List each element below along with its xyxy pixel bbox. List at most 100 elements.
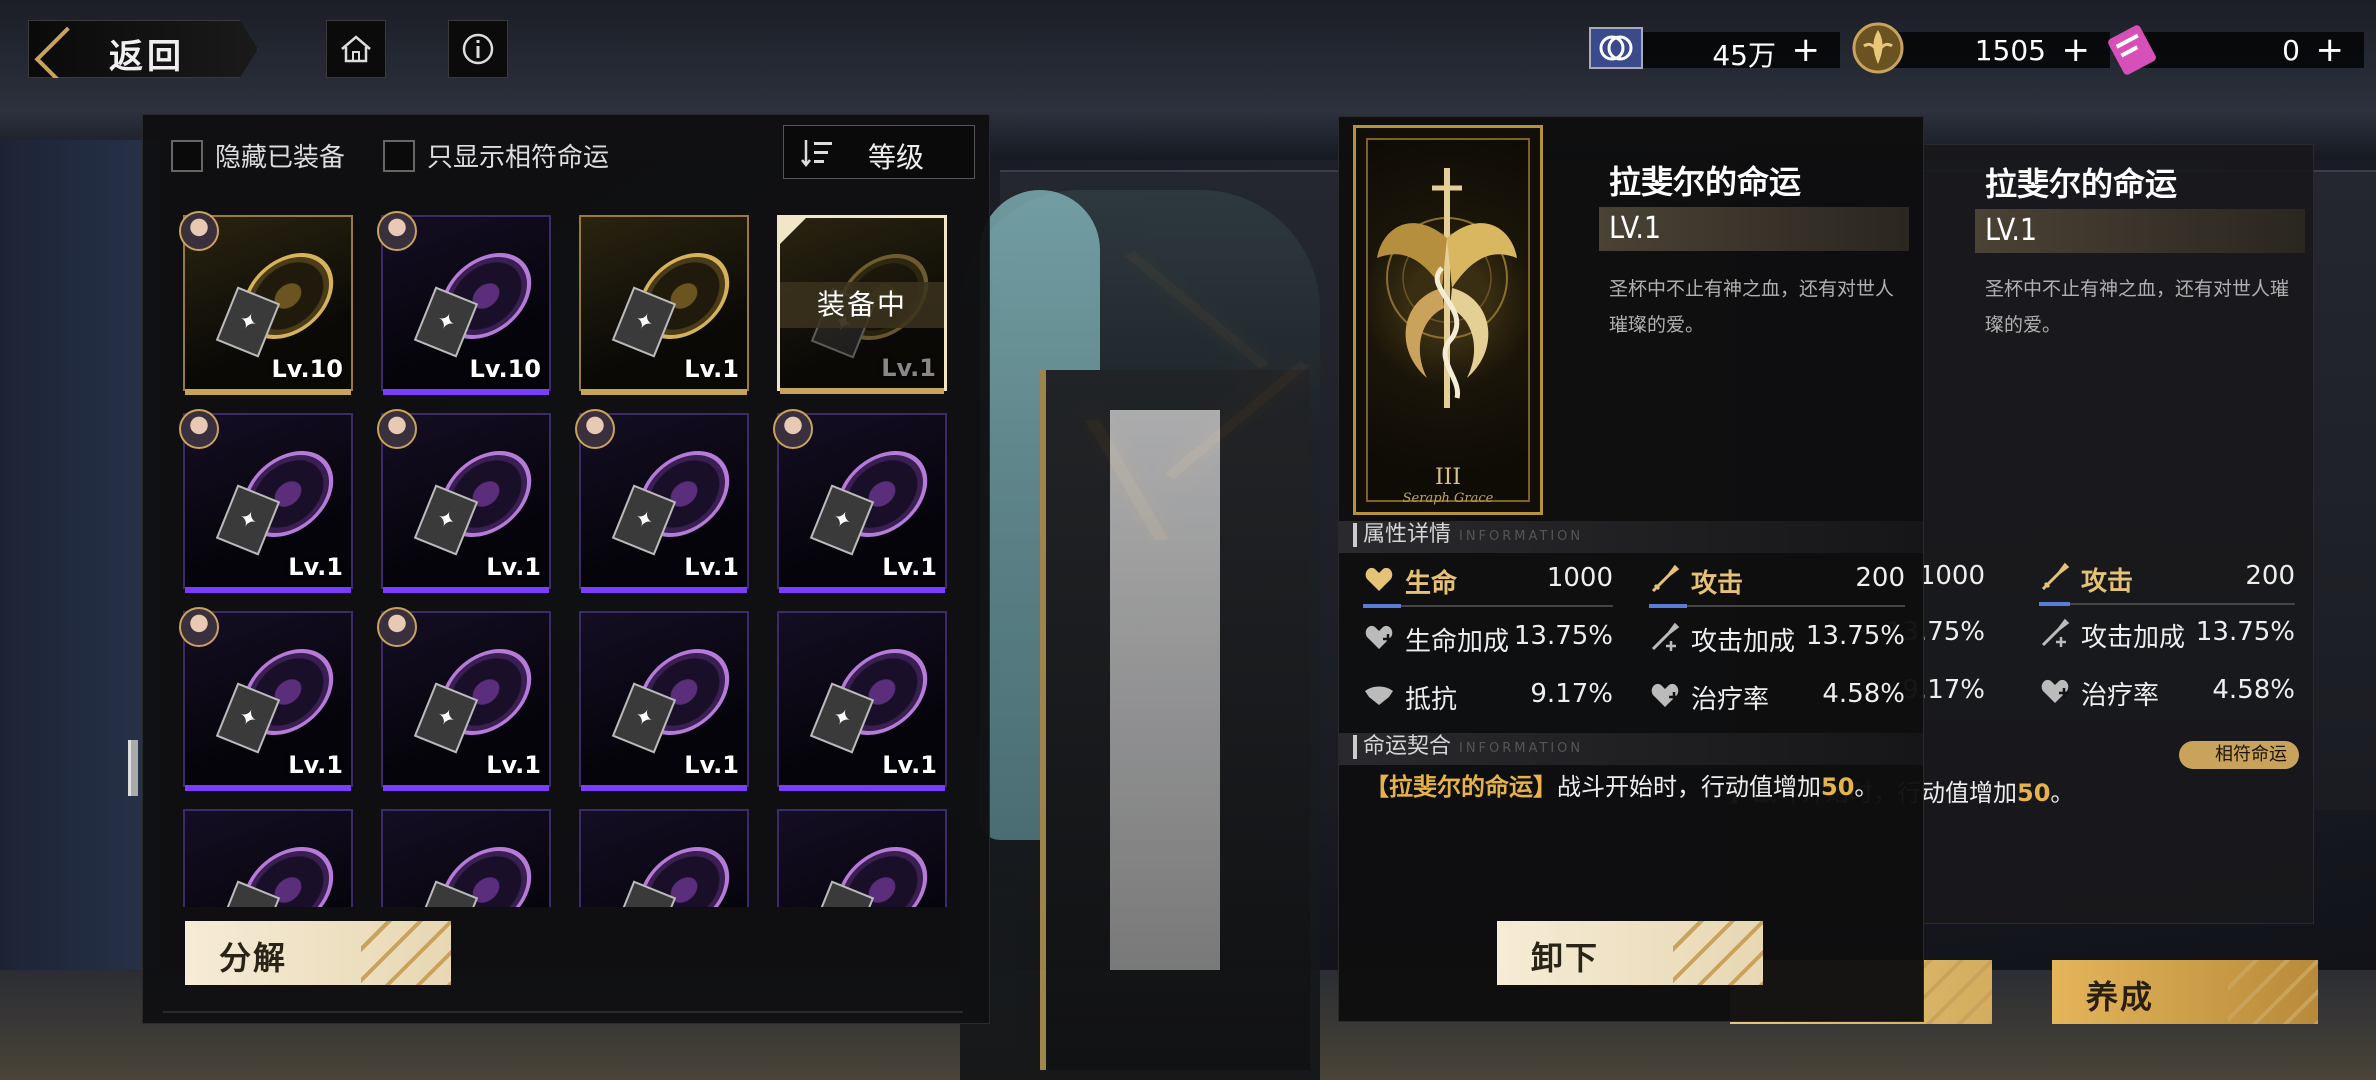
fate-card-art: III Seraph Grace (1353, 125, 1543, 515)
fate-card-thumbnail-icon: ✦ (413, 834, 533, 907)
compare-fate-value: 50 (2017, 779, 2051, 807)
stat-name: 攻击加成 (1691, 627, 1796, 657)
rarity-bar (383, 785, 549, 791)
sword-icon (1651, 564, 1680, 593)
fate-card-item[interactable]: ✦ Lv.1 (575, 409, 749, 593)
fate-card-thumbnail-icon: ✦ (215, 834, 335, 907)
compare-stat-name: 攻击 (2081, 567, 2134, 597)
coin-value: 45万 (1712, 39, 1776, 72)
ticket-value: 0 (2282, 34, 2300, 67)
owner-avatar (179, 607, 219, 647)
card-level: Lv.1 (684, 751, 739, 779)
fate-card-item[interactable]: ✦ Lv.1 (179, 409, 353, 593)
compare-description: 圣杯中不止有神之血，还有对世人璀璨的爱。 (1985, 278, 2290, 336)
stat-name: 治疗率 (1691, 685, 1770, 715)
fate-level: LV.1 (1609, 211, 1662, 246)
fate-card-item[interactable]: ✦ Lv.1 (777, 611, 947, 791)
fate-card-item[interactable]: ✦ Lv.10 (179, 211, 353, 395)
fate-match-name: 【拉斐尔的命运】 (1365, 773, 1557, 801)
stat-heal: 治疗率 4.58% (1649, 675, 1905, 715)
hide-equipped-label: 隐藏已装备 (215, 143, 346, 173)
fate-match-desc: 战斗开始时，行动值增加 (1557, 773, 1821, 801)
sword-plus-icon (2041, 618, 2070, 647)
card-level: Lv.1 (684, 553, 739, 581)
owner-avatar (773, 409, 813, 449)
scroll-indicator (128, 740, 138, 796)
stat-hp: 生命 1000 (1363, 559, 1613, 608)
owner-avatar (377, 607, 417, 647)
fate-card-thumbnail-icon: ✦ (809, 636, 929, 754)
rarity-bar (779, 785, 945, 791)
matching-fate-label: 相符命运 (2215, 744, 2287, 765)
back-chevron-icon (34, 26, 93, 78)
rarity-bar (779, 587, 945, 593)
hide-equipped-checkbox[interactable]: 隐藏已装备 (171, 137, 345, 174)
stat-value: 13.75% (1513, 621, 1613, 651)
panel-divider (163, 1011, 963, 1013)
decompose-button[interactable]: 分解 (185, 921, 451, 985)
back-button[interactable]: 返回 (28, 20, 258, 78)
fate-card-item[interactable]: ✦ (777, 809, 947, 907)
fate-card-item[interactable]: ✦ Lv.1 (579, 611, 749, 791)
owner-avatar (179, 211, 219, 251)
coin-add-button[interactable]: + (1792, 30, 1821, 70)
owner-avatar (179, 409, 219, 449)
fate-card-item[interactable]: ✦ (381, 809, 551, 907)
card-level: Lv.1 (684, 355, 739, 383)
owner-avatar (377, 409, 417, 449)
rarity-bar (581, 587, 747, 593)
stat-atk-bonus: 攻击加成 13.75% (1649, 617, 1905, 657)
ticket-add-button[interactable]: + (2316, 30, 2345, 70)
shield-icon (1365, 686, 1393, 705)
fate-card-grid: ✦Lv.10✦Lv.10✦Lv.1✦装备中Lv.1✦Lv.1✦Lv.1✦Lv.1… (179, 207, 955, 907)
fate-card-item[interactable]: ✦ Lv.1 (579, 215, 749, 395)
inventory-panel: 隐藏已装备 只显示相符命运 等级 ✦Lv.10✦Lv.10✦Lv.1✦装备中Lv… (142, 114, 990, 1024)
compare-stat-name: 攻击加成 (2081, 623, 2186, 653)
card-level: Lv.1 (882, 553, 937, 581)
card-numeral: III (1434, 465, 1462, 490)
stat-value: 9.17% (1530, 679, 1613, 709)
card-level: Lv.1 (486, 751, 541, 779)
card-level: Lv.1 (288, 553, 343, 581)
fate-card-item[interactable]: ✦ (183, 809, 353, 907)
compare-card-name: 拉斐尔的命运 (1985, 165, 2178, 203)
fate-card-thumbnail-icon: ✦ (809, 438, 929, 556)
card-level: Lv.1 (486, 553, 541, 581)
fate-card-item[interactable]: ✦ Lv.10 (377, 211, 551, 395)
compare-stat-value: 1000 (1918, 561, 1985, 591)
card-level: Lv.10 (469, 355, 542, 383)
fate-card-thumbnail-icon: ✦ (611, 834, 731, 907)
rarity-bar (383, 587, 549, 593)
fate-description: 圣杯中不止有神之血，还有对世人璀璨的爱。 (1609, 278, 1895, 336)
fate-card-name: 拉斐尔的命运 (1609, 163, 1802, 201)
matching-fate-tag: 相符命运 (2179, 741, 2299, 769)
fate-card-thumbnail-icon: ✦ (809, 834, 929, 907)
button-stripe-decoration (2228, 960, 2318, 1024)
compare-stat-name: 治疗率 (2081, 681, 2160, 711)
fate-card-item[interactable]: ✦ Lv.1 (179, 607, 353, 791)
equipped-tag: 装备中 (780, 282, 944, 328)
sort-icon (801, 140, 832, 168)
info-button[interactable] (448, 20, 508, 78)
fate-card-item[interactable]: ✦ (579, 809, 749, 907)
fate-card-item[interactable]: ✦装备中Lv.1 (777, 215, 947, 394)
compare-stat-heal: 治疗率 4.58% (2039, 671, 2295, 711)
heart-plus-icon (1365, 625, 1393, 649)
sort-button[interactable]: 等级 (783, 125, 975, 179)
stat-name: 生命加成 (1405, 627, 1510, 657)
unequip-button[interactable]: 卸下 (1497, 921, 1763, 985)
card-level: Lv.1 (288, 751, 343, 779)
fate-card-item[interactable]: ✦ Lv.1 (377, 607, 551, 791)
fate-card-item[interactable]: ✦ Lv.1 (773, 409, 947, 593)
only-matching-checkbox[interactable]: 只显示相符命运 (383, 137, 609, 174)
rarity-bar (383, 389, 549, 395)
angel-wing-emblem-icon (1377, 168, 1517, 408)
fleur-add-button[interactable]: + (2062, 30, 2091, 70)
fate-card-item[interactable]: ✦ Lv.1 (377, 409, 551, 593)
cultivate-button[interactable]: 养成 (2052, 960, 2318, 1024)
ticket-icon (2108, 25, 2156, 75)
filter-bar: 隐藏已装备 只显示相符命运 等级 (143, 115, 989, 185)
compare-stat-value: 13.75% (2195, 617, 2295, 647)
home-button[interactable] (326, 20, 386, 78)
fate-match-value: 50 (1821, 773, 1855, 801)
